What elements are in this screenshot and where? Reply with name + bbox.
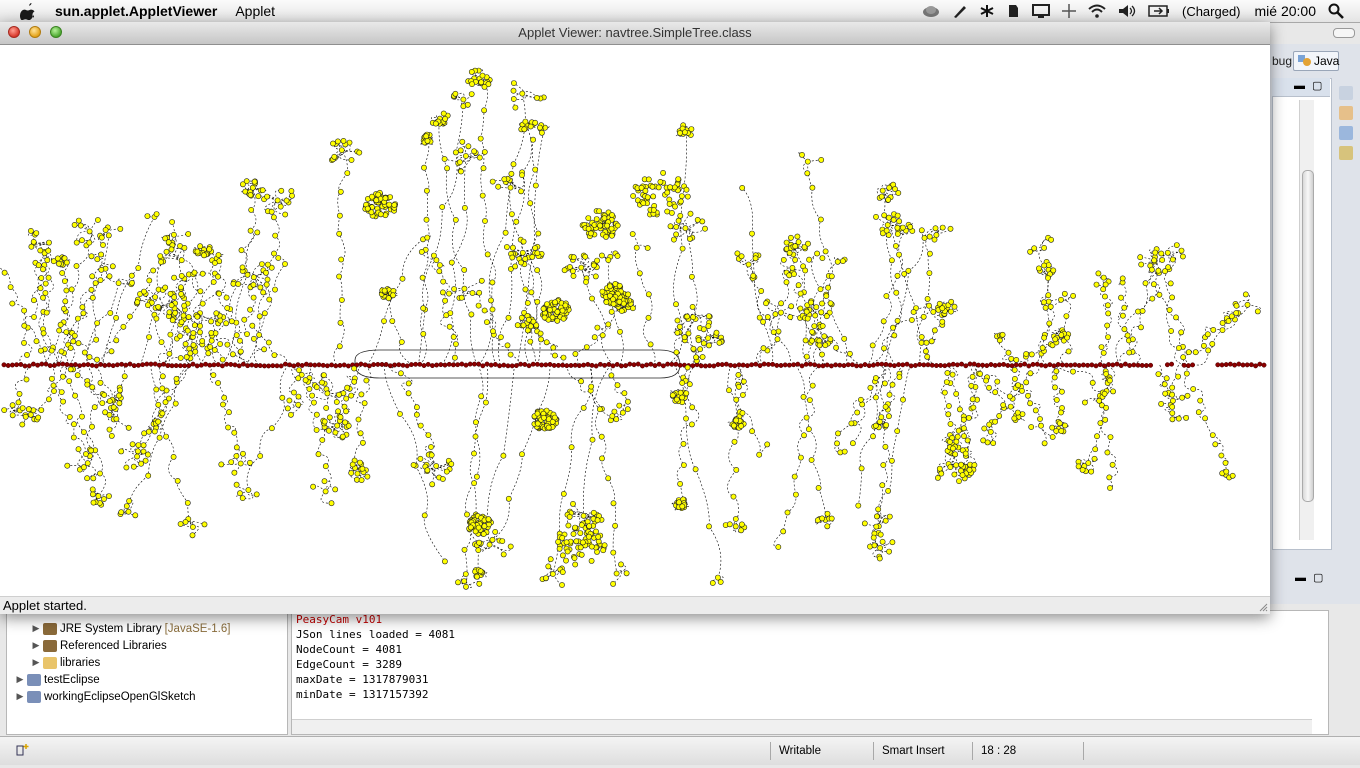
- cloud-icon[interactable]: [922, 4, 940, 18]
- fast-view-icon[interactable]: [16, 743, 29, 757]
- console-line: EdgeCount = 3289: [296, 658, 402, 671]
- perspective-java-label: Java: [1314, 54, 1340, 68]
- graph-nodes: [1, 67, 1261, 590]
- scroll-thumb[interactable]: [1302, 170, 1314, 502]
- expand-arrow-icon[interactable]: ▶: [15, 691, 25, 702]
- declaration-icon[interactable]: [1339, 146, 1353, 160]
- console-view: PeasyCam v101 JSon lines loaded = 4081 Nod…: [291, 610, 1329, 735]
- console-line: JSon lines loaded = 4081: [296, 628, 455, 641]
- expand-arrow-icon[interactable]: ▶: [31, 623, 41, 634]
- tree-item[interactable]: ▶ Referenced Libraries: [31, 637, 167, 654]
- perspective-java-button[interactable]: Java: [1293, 51, 1339, 71]
- minimize-view-icon[interactable]: ▬: [1294, 80, 1305, 92]
- status-menus: (Charged) mié 20:00: [922, 3, 1344, 19]
- tree-item-label: libraries: [60, 656, 101, 669]
- move-icon[interactable]: [1061, 4, 1076, 18]
- console-view-header: ▬ ▢: [1265, 570, 1329, 590]
- project-icon: [27, 673, 41, 686]
- app-name-menu[interactable]: sun.applet.AppletViewer: [55, 3, 217, 19]
- applet-viewer-window: Applet Viewer: navtree.SimpleTree.class …: [0, 22, 1270, 614]
- timeline-axis: [1, 361, 1267, 369]
- java-perspective-icon: [1297, 53, 1311, 70]
- console-line: minDate = 1317157392: [296, 688, 429, 701]
- tree-item-label: workingEclipseOpenGlSketch: [44, 690, 196, 703]
- window-titlebar[interactable]: Applet Viewer: navtree.SimpleTree.class: [0, 22, 1270, 45]
- display-icon[interactable]: [1031, 4, 1050, 18]
- battery-status-text[interactable]: (Charged): [1182, 4, 1241, 19]
- tree-item-label: Referenced Libraries: [60, 639, 167, 652]
- status-cursor-position: 18 : 28: [972, 742, 1084, 760]
- tree-item[interactable]: ▶ libraries: [31, 654, 100, 671]
- asterisk-icon[interactable]: [980, 4, 994, 18]
- hierarchy-icon[interactable]: [1339, 106, 1353, 120]
- tree-item[interactable]: ▶ JRE System Library [JavaSE-1.6]: [31, 620, 230, 637]
- evernote-icon[interactable]: [1006, 3, 1020, 19]
- applet-status-bar: Applet started.: [0, 596, 1270, 614]
- library-icon: [43, 639, 57, 652]
- expand-arrow-icon[interactable]: ▶: [31, 657, 41, 668]
- tree-item[interactable]: ▶ testEclipse: [15, 671, 100, 688]
- graph-canvas[interactable]: [0, 45, 1270, 596]
- package-explorer: ▶ JRE System Library [JavaSE-1.6] ▶ Referenc…: [6, 610, 288, 735]
- perspective-debug-partial[interactable]: bug: [1272, 54, 1292, 68]
- status-insert-mode: Smart Insert: [873, 742, 978, 760]
- volume-icon[interactable]: [1118, 4, 1136, 18]
- eclipse-status-bar: Writable Smart Insert 18 : 28: [0, 736, 1360, 765]
- outline-scrollbar[interactable]: [1299, 100, 1314, 540]
- wifi-icon[interactable]: [1088, 4, 1106, 18]
- console-line: maxDate = 1317879031: [296, 673, 429, 686]
- console-hscrollbar[interactable]: [292, 719, 1312, 734]
- minimize-console-icon[interactable]: ▬: [1295, 572, 1306, 584]
- status-writable: Writable: [770, 742, 879, 760]
- folder-icon: [43, 656, 57, 669]
- tree-item[interactable]: ▶ workingEclipseOpenGlSketch: [15, 688, 196, 705]
- maximize-view-icon[interactable]: ▢: [1312, 79, 1322, 92]
- applet-menu[interactable]: Applet: [235, 3, 275, 19]
- toolbar-toggle-pill[interactable]: [1333, 28, 1355, 38]
- console-line: PeasyCam v101: [296, 613, 383, 626]
- window-title: Applet Viewer: navtree.SimpleTree.class: [518, 25, 752, 40]
- tree-graph[interactable]: [0, 45, 1270, 596]
- applet-status-text: Applet started.: [3, 598, 87, 613]
- menu-clock[interactable]: mié 20:00: [1255, 3, 1316, 19]
- side-toolbar: [1334, 80, 1358, 190]
- pen-icon[interactable]: [952, 3, 968, 19]
- battery-icon[interactable]: [1148, 5, 1170, 17]
- resize-grip-icon[interactable]: [1258, 602, 1268, 612]
- tree-item-label: testEclipse: [44, 673, 100, 686]
- restore-icon[interactable]: [1339, 86, 1353, 100]
- menu-bar: sun.applet.AppletViewer Applet (Charged)…: [0, 0, 1360, 23]
- tree-item-suffix: [JavaSE-1.6]: [164, 622, 231, 635]
- library-icon: [43, 622, 57, 635]
- tree-item-label: JRE System Library: [60, 622, 162, 635]
- expand-arrow-icon[interactable]: ▶: [31, 640, 41, 651]
- console-line: NodeCount = 4081: [296, 643, 402, 656]
- project-icon: [27, 690, 41, 703]
- javadoc-icon[interactable]: [1339, 126, 1353, 140]
- apple-menu-icon[interactable]: [19, 2, 39, 20]
- expand-arrow-icon[interactable]: ▶: [15, 674, 25, 685]
- maximize-console-icon[interactable]: ▢: [1313, 571, 1323, 584]
- spotlight-search-icon[interactable]: [1328, 3, 1344, 19]
